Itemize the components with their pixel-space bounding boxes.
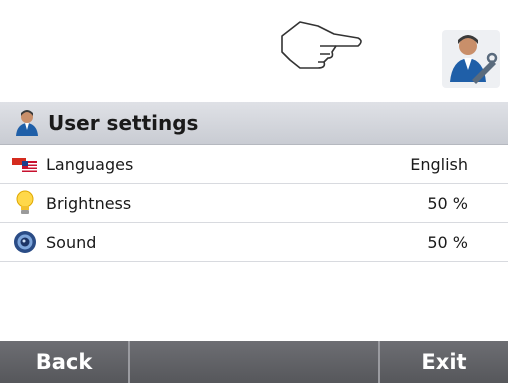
page-title: User settings <box>48 111 199 135</box>
top-toolbar <box>0 0 508 100</box>
flags-icon <box>12 151 38 177</box>
setting-value: 50 % <box>427 193 468 213</box>
settings-list: Languages English Brightness 50 % Sound … <box>0 145 508 262</box>
user-settings-icon[interactable] <box>442 30 500 88</box>
user-icon <box>16 110 38 136</box>
middle-button[interactable] <box>130 341 380 383</box>
setting-row-sound[interactable]: Sound 50 % <box>0 223 508 262</box>
exit-button[interactable]: Exit <box>380 341 508 383</box>
back-button[interactable]: Back <box>0 341 130 383</box>
footer-bar: Back Exit <box>0 341 508 383</box>
lightbulb-icon <box>12 190 38 216</box>
setting-row-brightness[interactable]: Brightness 50 % <box>0 184 508 223</box>
user-settings-header: User settings <box>0 102 508 145</box>
speaker-icon <box>12 229 38 255</box>
setting-value: 50 % <box>427 232 468 252</box>
setting-label: Sound <box>46 232 97 252</box>
setting-label: Brightness <box>46 193 132 213</box>
pointing-hand-icon[interactable] <box>274 16 366 74</box>
setting-value: English <box>410 154 468 174</box>
setting-row-languages[interactable]: Languages English <box>0 145 508 184</box>
setting-label: Languages <box>46 154 134 174</box>
